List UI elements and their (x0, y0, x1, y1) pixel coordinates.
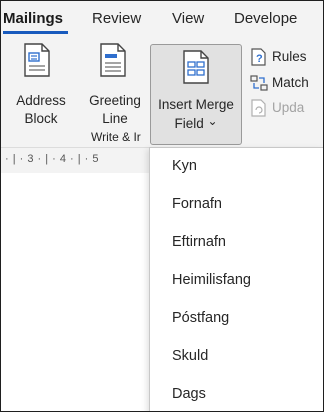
update-labels-label: Upda (272, 100, 305, 115)
ribbon: Address Block Greeting Line Insert Merge… (1, 35, 323, 147)
address-block-label-line1: Address (16, 93, 66, 108)
merge-field-heimilisfang[interactable]: Heimilisfang (151, 262, 321, 298)
ruler-ticks: · | · 3 · | · 4 · | · 5 (5, 153, 100, 165)
merge-field-postfang[interactable]: Póstfang (151, 300, 321, 336)
greeting-line-label-line1: Greeting (89, 93, 141, 108)
active-tab-indicator (3, 31, 68, 34)
update-labels-icon (251, 99, 266, 117)
address-block-button[interactable]: Address Block (1, 43, 81, 126)
merge-field-eftirnafn[interactable]: Eftirnafn (151, 224, 321, 260)
tab-review[interactable]: Review (92, 10, 141, 27)
insert-merge-field-label-line2: Field ⌄ (151, 114, 241, 133)
chevron-down-icon: ⌄ (207, 114, 218, 128)
merge-field-fornafn[interactable]: Fornafn (151, 186, 321, 222)
address-block-label-line2: Block (24, 111, 58, 126)
insert-merge-field-button[interactable]: Insert Merge Field ⌄ (150, 44, 242, 145)
merge-field-label: Fornafn (172, 196, 222, 212)
ribbon-tab-bar: Mailings Review View Develope (1, 1, 323, 35)
merge-field-skuld[interactable]: Skuld (151, 338, 321, 374)
merge-field-label: Heimilisfang (172, 272, 251, 288)
tab-developer[interactable]: Develope (234, 10, 297, 27)
merge-field-kyn[interactable]: Kyn (151, 148, 321, 184)
greeting-line-icon (100, 43, 126, 77)
rules-icon: ? (251, 48, 266, 66)
match-fields-label: Match (272, 75, 309, 90)
merge-field-label: Kyn (172, 158, 197, 174)
rules-label: Rules (272, 49, 307, 64)
svg-text:?: ? (256, 53, 263, 65)
merge-field-dropdown: Kyn Fornafn Eftirnafn Heimilisfang Póstf… (149, 147, 323, 411)
merge-field-label: Póstfang (172, 310, 230, 326)
merge-field-icon (183, 50, 209, 84)
match-fields-icon (250, 75, 268, 91)
field-label: Field (174, 116, 204, 131)
greeting-line-label-line2: Line (102, 111, 128, 126)
merge-field-label: Dags (172, 386, 206, 402)
write-insert-group-label: Write & Ir (91, 130, 141, 144)
tab-mailings[interactable]: Mailings (3, 10, 63, 27)
tab-view[interactable]: View (172, 10, 204, 27)
greeting-line-button[interactable]: Greeting Line (81, 43, 149, 126)
merge-field-label: Eftirnafn (172, 234, 226, 250)
word-window: Mailings Review View Develope Address Bl… (0, 0, 324, 412)
merge-field-label: Skuld (172, 348, 209, 364)
merge-field-dags[interactable]: Dags (151, 376, 321, 411)
address-block-icon (24, 43, 50, 77)
insert-merge-field-label-line1: Insert Merge (158, 97, 234, 112)
